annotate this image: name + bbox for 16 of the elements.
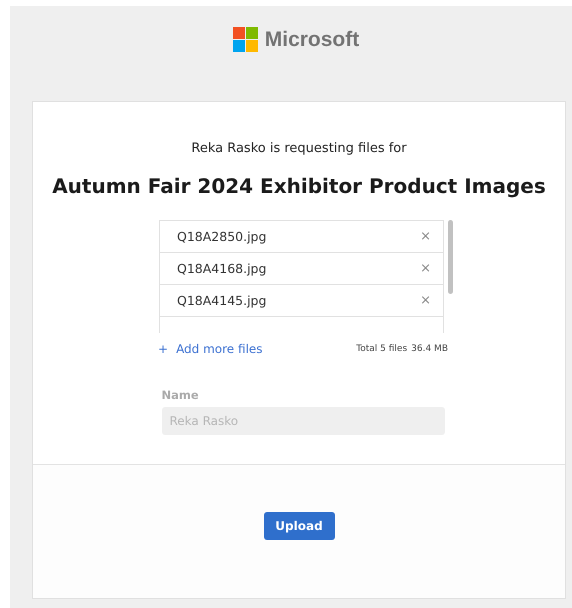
file-name: Q18A4168.jpg — [177, 261, 266, 276]
file-name: Q18A2850.jpg — [177, 229, 266, 244]
total-size: 36.4 MB — [411, 344, 448, 354]
scrollbar[interactable] — [448, 220, 453, 294]
remove-file-button[interactable]: × — [418, 293, 433, 308]
upload-button[interactable]: Upload — [264, 512, 334, 540]
file-name: Q18A4145.jpg — [177, 293, 266, 308]
request-subtitle: Reka Rasko is requesting files for — [191, 141, 407, 156]
remove-file-button[interactable]: × — [418, 229, 433, 244]
logo-icon — [232, 27, 259, 53]
add-more-files-link[interactable]: + Add more files — [158, 342, 263, 356]
name-label: Name — [162, 388, 200, 402]
remove-file-button[interactable]: × — [418, 261, 433, 276]
file-count: Total 5 files — [356, 344, 408, 354]
brand-name: Microsoft — [264, 28, 360, 52]
request-title: Autumn Fair 2024 Exhibitor Product Images — [52, 174, 546, 198]
